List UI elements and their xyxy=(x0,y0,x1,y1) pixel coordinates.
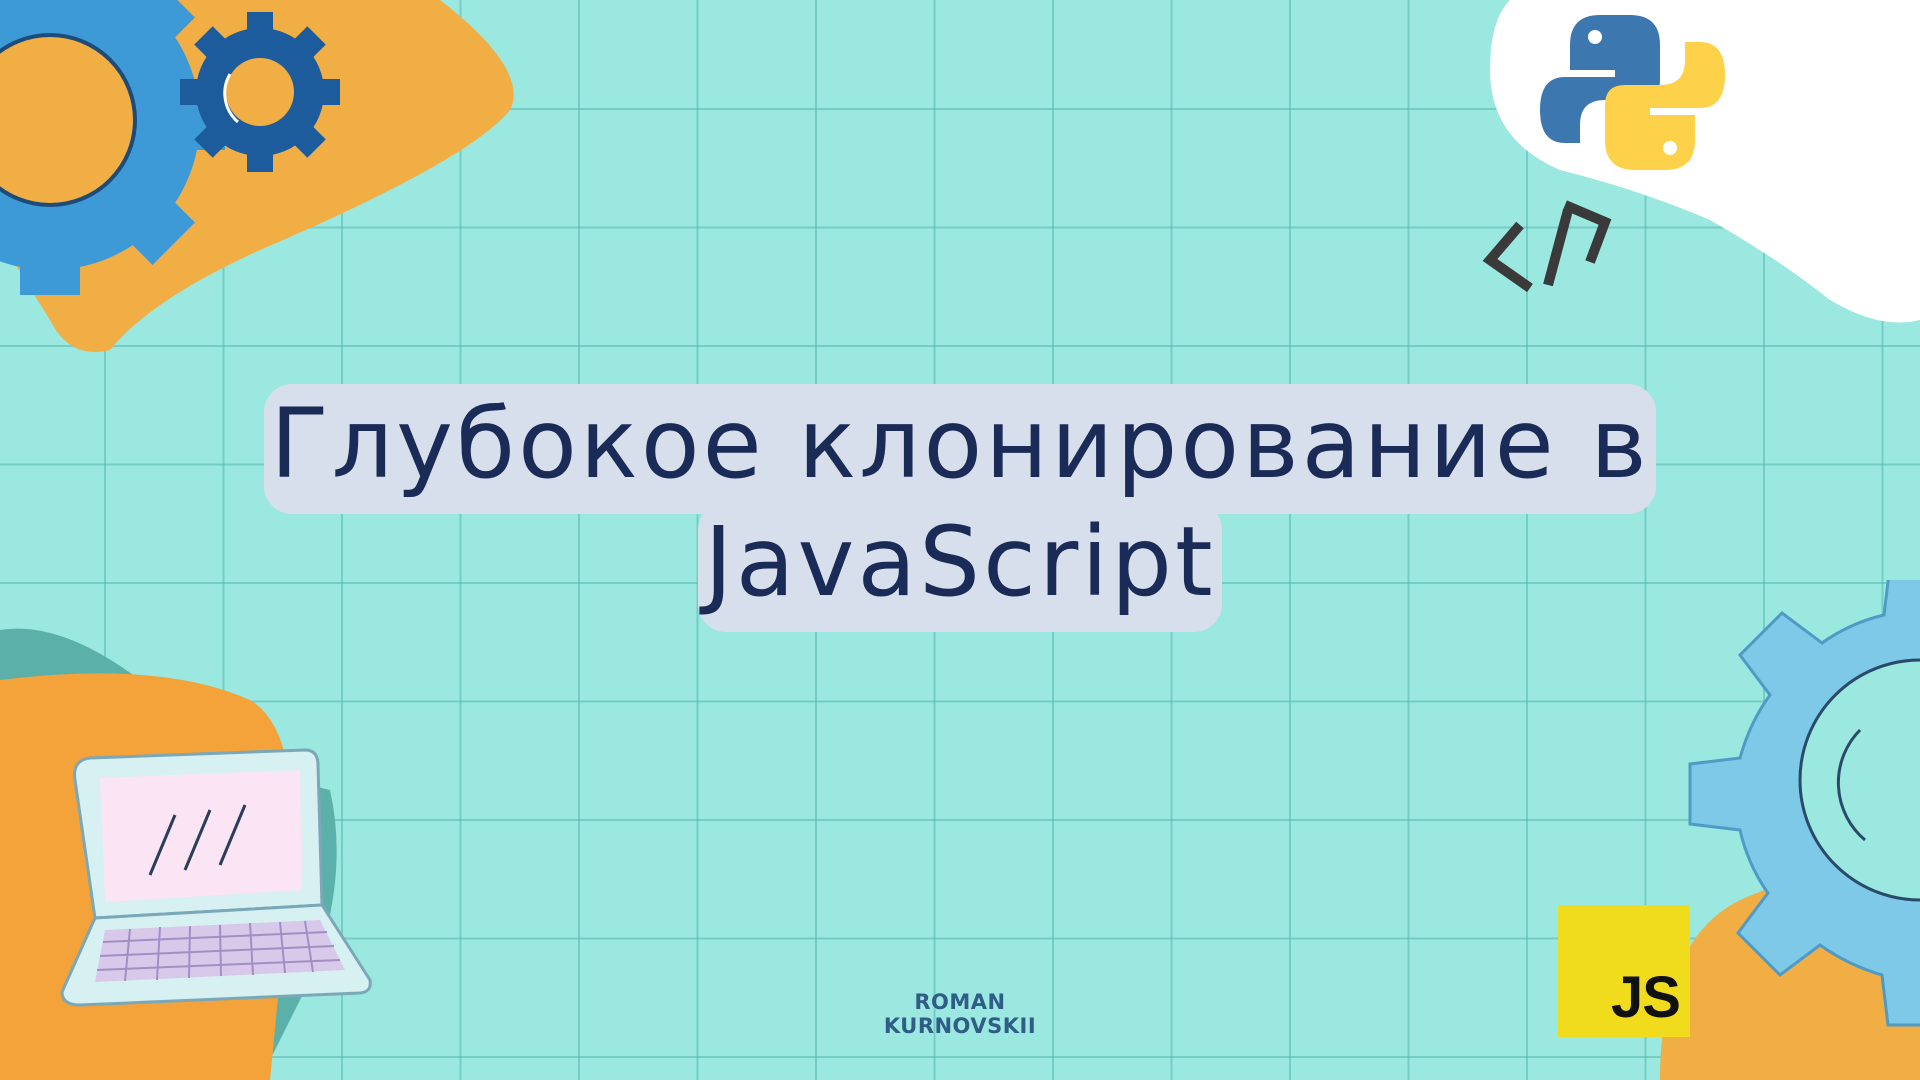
slide-title: Глубокое клонирование в JavaScript xyxy=(264,384,1656,632)
top-left-decoration xyxy=(0,0,514,352)
bottom-left-decoration xyxy=(0,628,372,1080)
js-logo-label: JS xyxy=(1611,965,1681,1030)
title-container: Глубокое клонирование в JavaScript xyxy=(0,384,1920,632)
gear-icon xyxy=(180,12,340,172)
js-logo-icon: JS xyxy=(1558,905,1690,1037)
top-right-decoration xyxy=(1482,0,1920,323)
code-brackets-icon xyxy=(1482,200,1612,293)
author-name: ROMAN KURNOVSKII xyxy=(883,990,1037,1038)
